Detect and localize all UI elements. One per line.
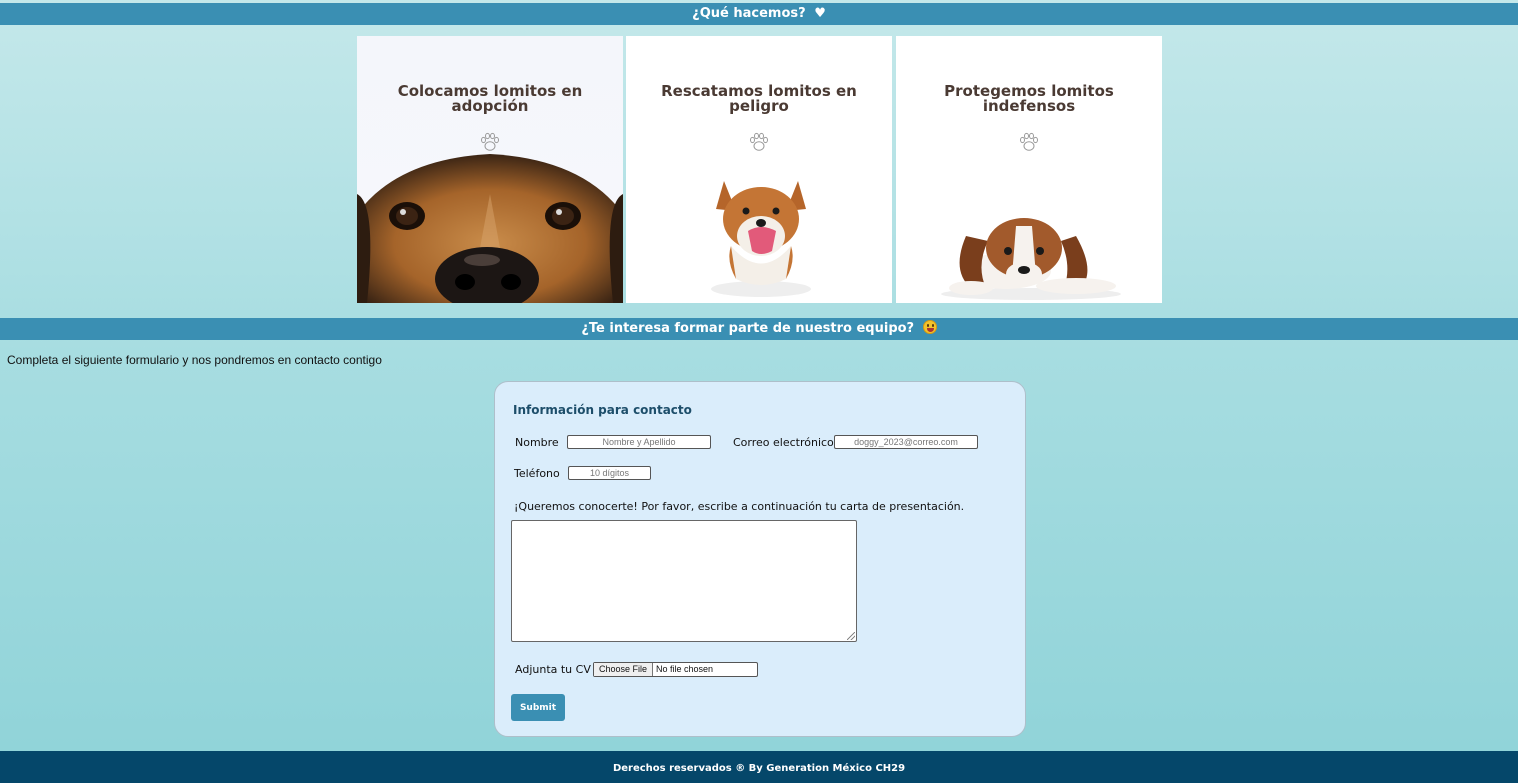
form-title: Información para contacto bbox=[513, 403, 692, 417]
paw-icon bbox=[481, 132, 499, 151]
footer: Derechos reservados ® By Generation Méxi… bbox=[0, 751, 1518, 783]
email-label: Correo electrónico bbox=[733, 436, 834, 449]
form-intro-text: Completa el siguiente formulario y nos p… bbox=[7, 353, 382, 367]
phone-input[interactable]: 10 dígitos bbox=[568, 466, 651, 480]
card-rescue: Rescatamos lomitos en peligro bbox=[626, 36, 892, 303]
section-title: ¿Te interesa formar parte de nuestro equ… bbox=[581, 321, 915, 336]
contact-form: Información para contacto Nombre Nombre … bbox=[494, 381, 1026, 737]
resize-handle-icon[interactable] bbox=[847, 632, 855, 640]
section-title: ¿Qué hacemos? bbox=[692, 6, 806, 21]
paw-icon bbox=[750, 132, 768, 151]
card-adoption: Colocamos lomitos en adopción bbox=[357, 36, 623, 303]
name-label: Nombre bbox=[515, 436, 559, 449]
cv-label: Adjunta tu CV bbox=[515, 663, 591, 676]
name-input[interactable]: Nombre y Apellido bbox=[567, 435, 711, 449]
choose-file-button[interactable]: Choose File bbox=[594, 663, 654, 676]
corgi-image bbox=[711, 181, 811, 297]
heart-icon: ♥ bbox=[814, 6, 826, 21]
phone-label: Teléfono bbox=[514, 467, 560, 480]
letter-label: ¡Queremos conocerte! Por favor, escribe … bbox=[514, 500, 965, 513]
section-header-what-we-do: ¿Qué hacemos? ♥ bbox=[0, 3, 1518, 25]
dog-closeup-image bbox=[357, 154, 623, 303]
file-status: No file chosen bbox=[656, 664, 714, 674]
submit-button[interactable]: Submit bbox=[511, 694, 565, 721]
card-title: Rescatamos lomitos en peligro bbox=[661, 82, 857, 115]
smiley-icon bbox=[922, 320, 937, 334]
paw-icon bbox=[1020, 132, 1038, 151]
card-title: Colocamos lomitos en adopción bbox=[397, 82, 583, 115]
cover-letter-textarea[interactable] bbox=[511, 520, 857, 642]
spaniel-image bbox=[941, 218, 1121, 300]
cards-grid: Colocamos lomitos en adopción Rescatamos… bbox=[357, 36, 1163, 303]
email-input[interactable]: doggy_2023@correo.com bbox=[834, 435, 978, 449]
cv-file-input[interactable]: Choose File No file chosen bbox=[593, 662, 758, 677]
card-title: Protegemos lomitos indefensos bbox=[944, 82, 1114, 115]
section-header-join-team: ¿Te interesa formar parte de nuestro equ… bbox=[0, 318, 1518, 340]
card-protect: Protegemos lomitos indefensos bbox=[896, 36, 1162, 303]
